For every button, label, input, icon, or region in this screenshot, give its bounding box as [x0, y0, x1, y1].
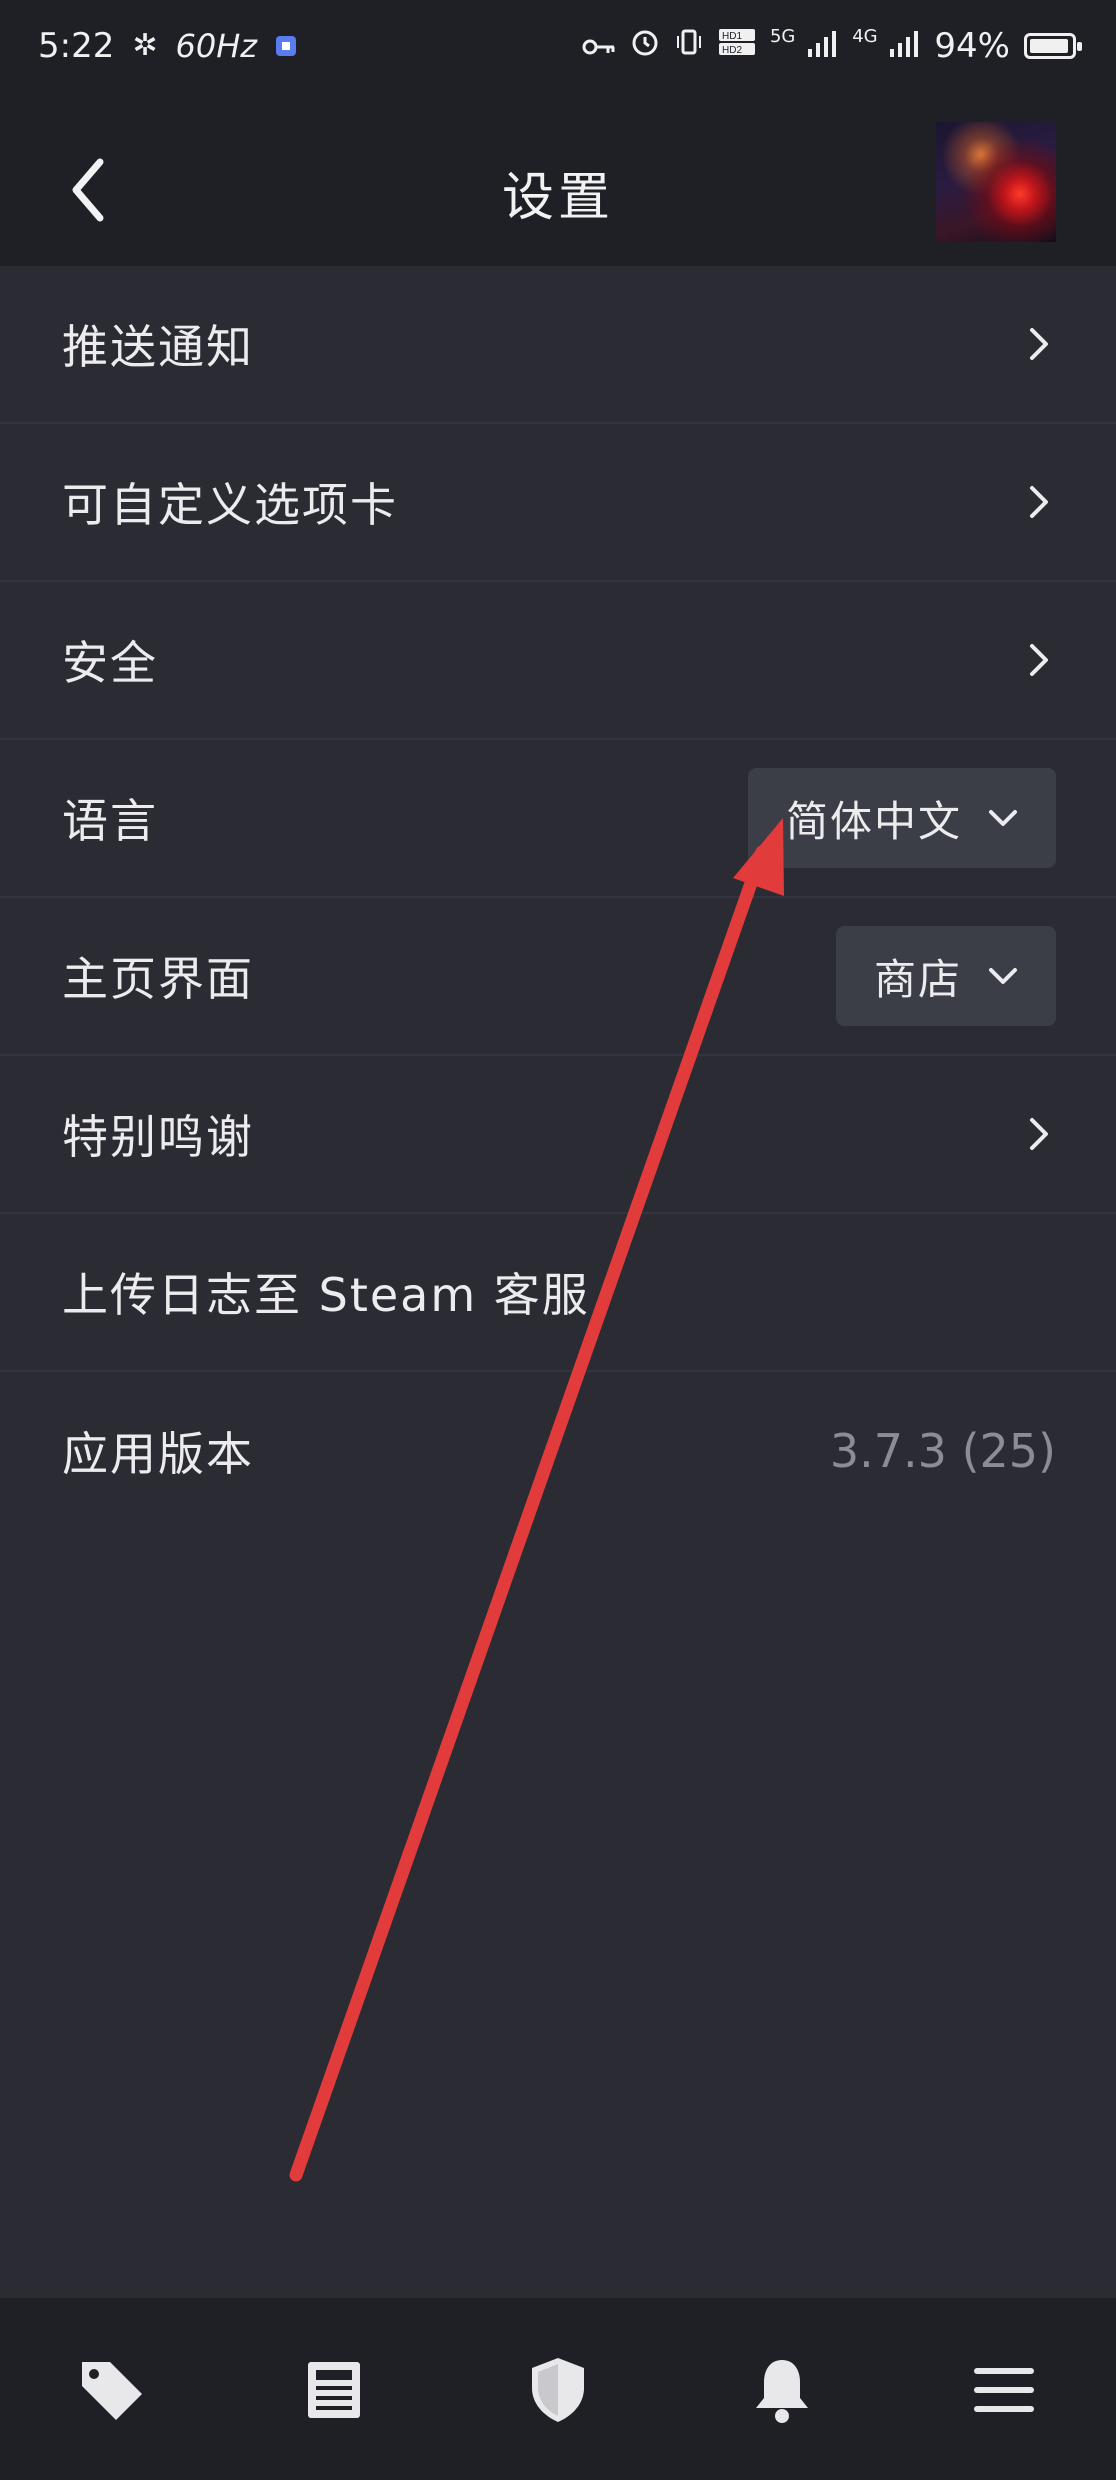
hd-icon: HD1 HD2 [718, 26, 756, 66]
chevron-down-icon [989, 968, 1017, 984]
battery-fill [1030, 39, 1068, 53]
app-version-value: 3.7.3 (25) [829, 1424, 1056, 1478]
nav-menu[interactable] [964, 2350, 1044, 2430]
chevron-right-icon [1030, 644, 1048, 676]
bottom-nav [0, 2298, 1116, 2480]
battery-percent: 94% [934, 26, 1010, 66]
guard-shield-icon [532, 2358, 584, 2422]
settings-list: 推送通知 可自定义选项卡 安全 语言 简体中文 主页界面 商店 特别鸣谢 上传日… [0, 266, 1116, 1530]
refresh-rate: 60Hz [175, 27, 258, 65]
nav-store[interactable] [72, 2350, 152, 2430]
nav-news[interactable] [294, 2350, 374, 2430]
app-header: 设置 [0, 100, 1116, 266]
menu-icon [974, 2368, 1034, 2412]
language-selected-value: 简体中文 [785, 796, 962, 846]
signal-5g-label: 5G [769, 26, 796, 47]
store-tag-icon [82, 2362, 142, 2420]
status-bar: 5:22 ✲ 60Hz HD1 HD2 5G 4G 94% [0, 0, 1116, 100]
setting-label: 语言 [62, 794, 158, 848]
signal-4g-icon: 4G [852, 26, 920, 66]
avatar[interactable] [936, 122, 1056, 242]
nav-guard[interactable] [518, 2350, 598, 2430]
signal-4g-label: 4G [852, 26, 878, 47]
alarm-icon [630, 26, 660, 66]
setting-label: 应用版本 [62, 1427, 254, 1481]
fan-icon: ✲ [132, 28, 158, 63]
svg-text:HD1: HD1 [722, 31, 742, 42]
setting-language: 语言 简体中文 [0, 740, 1116, 898]
language-dropdown[interactable]: 简体中文 [747, 768, 1056, 868]
status-time: 5:22 [38, 26, 115, 66]
setting-upload-logs[interactable]: 上传日志至 Steam 客服 [0, 1214, 1116, 1372]
setting-label: 可自定义选项卡 [62, 478, 398, 532]
setting-label: 上传日志至 Steam 客服 [62, 1268, 590, 1322]
battery-icon [1024, 33, 1082, 59]
setting-special-thanks[interactable]: 特别鸣谢 [0, 1056, 1116, 1214]
setting-label: 推送通知 [62, 320, 254, 374]
setting-custom-tabs[interactable]: 可自定义选项卡 [0, 424, 1116, 582]
home-selected-value: 商店 [873, 954, 962, 1004]
setting-home-screen: 主页界面 商店 [0, 898, 1116, 1056]
chevron-right-icon [1030, 486, 1048, 518]
library-news-icon [308, 2362, 360, 2418]
chevron-right-icon [1030, 328, 1048, 360]
svg-text:HD2: HD2 [722, 45, 742, 56]
setting-push-notifications[interactable]: 推送通知 [0, 266, 1116, 424]
setting-label: 特别鸣谢 [62, 1110, 254, 1164]
key-icon [582, 26, 616, 66]
home-screen-dropdown[interactable]: 商店 [835, 926, 1056, 1026]
chevron-down-icon [989, 810, 1017, 826]
app-notification-icon [275, 26, 297, 66]
setting-app-version: 应用版本 3.7.3 (25) [0, 1372, 1116, 1530]
setting-label: 主页界面 [62, 952, 254, 1006]
nav-notifications[interactable] [742, 2350, 822, 2430]
vibrate-icon [674, 26, 704, 66]
signal-5g-icon: 5G [770, 26, 838, 66]
chevron-right-icon [1030, 1118, 1048, 1150]
setting-label: 安全 [62, 636, 158, 690]
notifications-bell-icon [756, 2360, 808, 2423]
setting-security[interactable]: 安全 [0, 582, 1116, 740]
